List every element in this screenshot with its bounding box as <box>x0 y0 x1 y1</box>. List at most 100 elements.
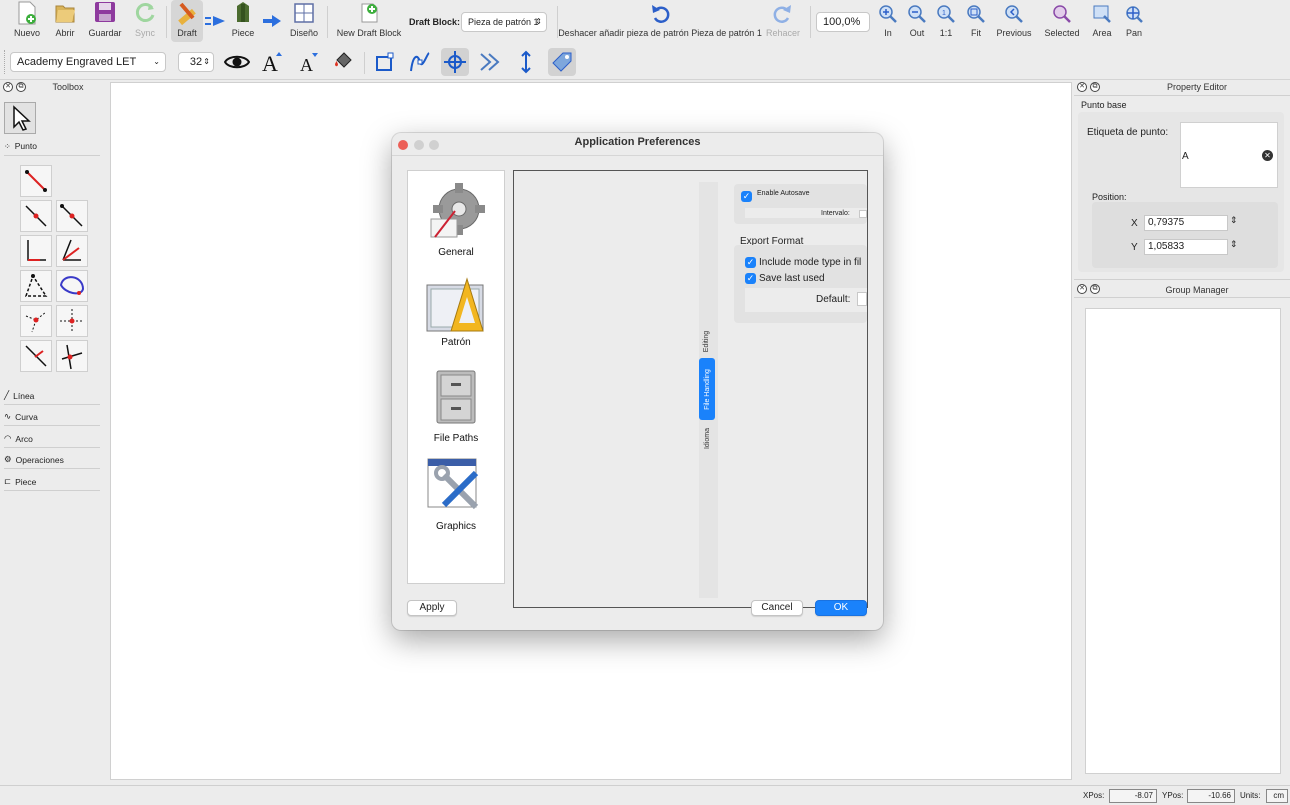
svg-text:1: 1 <box>942 10 946 17</box>
zoom-out-button[interactable]: Out <box>904 0 930 42</box>
tab-editing[interactable]: Editing <box>699 320 715 362</box>
y-stepper-icon[interactable]: ⇕ <box>1230 239 1238 250</box>
tool-normal[interactable] <box>20 235 52 267</box>
property-section-title: Punto base <box>1081 100 1127 110</box>
panel-float-icon[interactable]: ⧉ <box>1090 82 1100 92</box>
save-last-checkbox[interactable]: ✓ <box>745 273 756 284</box>
group-list[interactable] <box>1085 308 1281 774</box>
clear-icon[interactable]: ✕ <box>1262 150 1273 161</box>
redo-button[interactable]: Rehacer <box>764 0 802 42</box>
curve-select-icon <box>410 52 430 72</box>
tool-midpoint[interactable] <box>56 200 88 232</box>
tool-bisector[interactable] <box>56 235 88 267</box>
draft-block-select[interactable]: Pieza de patrón 1 ⇕ <box>461 12 547 32</box>
curve-select-button[interactable] <box>406 48 434 76</box>
tool-shoulder[interactable] <box>20 270 52 302</box>
crosshair-button[interactable] <box>441 48 469 76</box>
tab-content: ✓ Enable Autosave Intervalo: Export Form… <box>718 182 867 598</box>
decrease-font-button[interactable]: A <box>294 48 322 76</box>
panel-float-icon[interactable]: ⧉ <box>1090 284 1100 294</box>
group-piece-label: Piece <box>15 476 37 487</box>
tool-line-point[interactable] <box>20 165 52 197</box>
zoom-previous-button[interactable]: Previous <box>994 0 1034 42</box>
tool-triangle[interactable] <box>20 305 52 337</box>
tool-height[interactable] <box>20 340 52 372</box>
draft-mode-button[interactable]: Draft <box>171 0 203 42</box>
undo-button[interactable]: Deshacer añadir pieza de patrón Pieza de… <box>558 0 762 42</box>
gear-icon <box>430 183 485 238</box>
zoom-in-button[interactable]: In <box>876 0 900 42</box>
zoom-area-button[interactable]: Area <box>1090 0 1114 42</box>
default-select[interactable] <box>857 292 867 306</box>
category-general[interactable]: General <box>408 179 504 258</box>
zoom-1to1-button[interactable]: 1 1:1 <box>934 0 958 42</box>
zoom-out-icon <box>908 5 926 23</box>
fast-forward-button[interactable] <box>476 48 504 76</box>
piece-mode-button[interactable]: Piece <box>228 0 258 42</box>
group-arco-header[interactable]: ◠ Arco <box>4 430 100 448</box>
tool-curve-point[interactable] <box>56 270 88 302</box>
interval-input[interactable] <box>859 210 867 218</box>
panel-close-icon[interactable]: ✕ <box>3 82 13 92</box>
tool-intersect-xy[interactable] <box>56 305 88 337</box>
zoom-fit-button[interactable]: Fit <box>964 0 988 42</box>
new-button[interactable]: Nuevo <box>10 0 44 42</box>
apply-button[interactable]: Apply <box>407 600 457 616</box>
vertical-arrows-button[interactable] <box>512 48 540 76</box>
fill-tool-button[interactable] <box>329 48 357 76</box>
arrow-pointer-icon <box>13 105 31 131</box>
zoom-selected-button[interactable]: Selected <box>1042 0 1082 42</box>
pan-icon <box>1126 6 1143 23</box>
panel-float-icon[interactable]: ⧉ <box>16 82 26 92</box>
tool-along-line[interactable] <box>20 200 52 232</box>
visibility-button[interactable] <box>223 48 251 76</box>
new-draft-block-button[interactable]: New Draft Block <box>336 0 402 42</box>
group-linea-header[interactable]: ╱ Línea <box>4 387 100 405</box>
sync-button[interactable]: Sync <box>128 0 162 42</box>
increase-font-button[interactable]: A <box>258 48 286 76</box>
group-punto-label: Punto <box>14 141 37 151</box>
category-file-paths[interactable]: File Paths <box>408 367 504 444</box>
tool-line-intersect[interactable] <box>56 340 88 372</box>
new-file-icon <box>18 1 36 25</box>
point-label-field[interactable]: A ✕ <box>1180 122 1278 188</box>
along-line-icon <box>25 205 47 227</box>
x-stepper-icon[interactable]: ⇕ <box>1230 215 1238 226</box>
font-size-select[interactable]: 32 ⇕ <box>178 52 214 72</box>
ok-button[interactable]: OK <box>815 600 867 616</box>
y-input[interactable]: 1,05833 <box>1144 239 1228 255</box>
zoom-in-label: In <box>884 28 892 38</box>
tag-icon <box>552 52 572 72</box>
tab-idioma[interactable]: Idioma <box>699 418 715 458</box>
y-value: 1,05833 <box>1148 241 1185 252</box>
autosave-checkbox[interactable]: ✓ <box>741 191 752 202</box>
group-operaciones-header[interactable]: ⚙ Operaciones <box>4 451 100 469</box>
panel-close-icon[interactable]: ✕ <box>1077 82 1087 92</box>
panel-close-icon[interactable]: ✕ <box>1077 284 1087 294</box>
line-intersect-icon <box>61 344 83 370</box>
zoom-selected-label: Selected <box>1044 28 1080 38</box>
divider <box>1074 279 1290 280</box>
interval-label: Intervalo: <box>821 210 850 217</box>
group-curva-header[interactable]: ∿ Curva <box>4 408 100 426</box>
layout-mode-button[interactable]: Diseño <box>288 0 320 42</box>
tab-file-handling[interactable]: File Handling <box>699 358 715 420</box>
group-punto-header[interactable]: ⁘ Punto <box>4 137 100 155</box>
open-label: Abrir <box>55 28 75 38</box>
open-button[interactable]: Abrir <box>48 0 82 42</box>
cancel-button[interactable]: Cancel <box>751 600 803 616</box>
pan-button[interactable]: Pan <box>1122 0 1146 42</box>
zoom-select[interactable]: 100,0% <box>816 12 870 32</box>
pattern-piece-icon <box>237 2 249 22</box>
tag-button[interactable] <box>548 48 576 76</box>
category-graphics[interactable]: Graphics <box>408 455 504 532</box>
save-button[interactable]: Guardar <box>86 0 124 42</box>
category-patron[interactable]: Patrón <box>408 275 504 348</box>
select-tool-button[interactable] <box>4 102 36 134</box>
font-select[interactable]: Academy Engraved LET ⌄ <box>10 52 166 72</box>
group-piece-header[interactable]: ⊏ Piece <box>4 473 100 491</box>
draft-block-label: Draft Block: <box>409 17 461 27</box>
rect-select-button[interactable] <box>371 48 399 76</box>
include-mode-checkbox[interactable]: ✓ <box>745 257 756 268</box>
x-input[interactable]: 0,79375 <box>1144 215 1228 231</box>
